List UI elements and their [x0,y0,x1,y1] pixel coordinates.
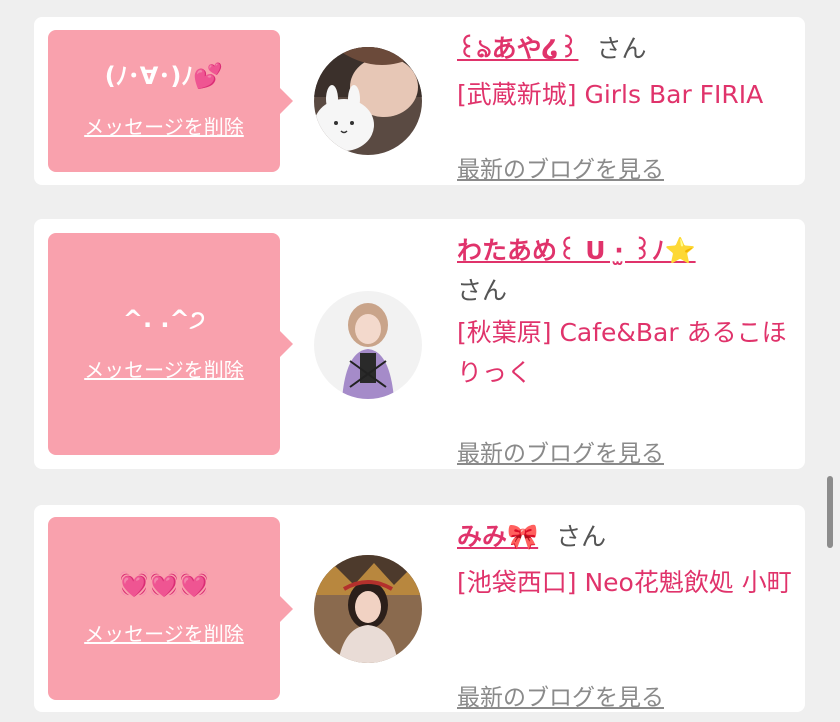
avatar[interactable] [314,47,422,155]
cast-name-link[interactable]: わたあめ꒰ U ·̫ ꒱ﾉ⭐ [457,236,696,265]
honorific: さん [556,522,607,551]
profile-info: わたあめ꒰ U ·̫ ꒱ﾉ⭐ さん [秋葉原] Cafe&Bar あるこほりっく … [457,231,792,467]
shop-name: [池袋西口] Neo花魁飲処 小町 [457,568,792,597]
message-bubble: 💓💓💓 メッセージを削除 [48,517,293,700]
message-text: 💓💓💓 [119,569,209,598]
delete-message-link[interactable]: メッセージを削除 [84,111,244,140]
profile-info: ꒰ঌあや໒꒱ さん [武蔵新城] Girls Bar FIRIA 最新のブログを見… [457,29,792,183]
avatar[interactable] [314,555,422,663]
honorific: さん [457,276,508,305]
cast-name-link[interactable]: みみ🎀 [457,522,538,551]
delete-message-link[interactable]: メッセージを削除 [84,618,244,647]
profile-avatar-photo-icon [314,555,422,663]
avatar[interactable] [314,291,422,399]
cast-name-link[interactable]: ꒰ঌあや໒꒱ [457,34,578,63]
shop-name: [秋葉原] Cafe&Bar あるこほりっく [457,318,787,387]
delete-message-link[interactable]: メッセージを削除 [84,354,244,383]
message-card: (ﾉ･∀･)ﾉ💕 メッセージを削除 ꒰ঌあや໒꒱ さん [武蔵新城] Girls … [34,17,805,185]
latest-blog-link[interactable]: 最新のブログを見る [457,434,664,468]
name-line: ꒰ঌあや໒꒱ さん [457,29,792,69]
profile-avatar-photo-icon [314,291,422,399]
name-line: みみ🎀 さん [457,517,792,557]
message-card: ^. .^੭ メッセージを削除 わたあめ꒰ U ·̫ ꒱ﾉ⭐ さん [秋葉原] C… [34,219,805,469]
message-text: ^. .^੭ [122,305,206,334]
message-card: 💓💓💓 メッセージを削除 みみ🎀 さん [池袋西口] Neo花魁飲処 小町 最新の… [34,505,805,712]
profile-info: みみ🎀 さん [池袋西口] Neo花魁飲処 小町 最新のブログを見る [457,517,792,711]
shop-name: [武蔵新城] Girls Bar FIRIA [457,80,764,109]
message-bubble: ^. .^੭ メッセージを削除 [48,233,293,455]
profile-avatar-photo-icon [314,47,422,155]
honorific: さん [596,34,647,63]
latest-blog-link[interactable]: 最新のブログを見る [457,150,664,184]
scrollbar-thumb[interactable] [827,476,833,548]
message-list: (ﾉ･∀･)ﾉ💕 メッセージを削除 ꒰ঌあや໒꒱ さん [武蔵新城] Girls … [0,0,840,722]
message-text: (ﾉ･∀･)ﾉ💕 [104,62,224,91]
latest-blog-link[interactable]: 最新のブログを見る [457,678,664,712]
name-line: わたあめ꒰ U ·̫ ꒱ﾉ⭐ さん [457,231,792,311]
message-bubble: (ﾉ･∀･)ﾉ💕 メッセージを削除 [48,30,293,172]
